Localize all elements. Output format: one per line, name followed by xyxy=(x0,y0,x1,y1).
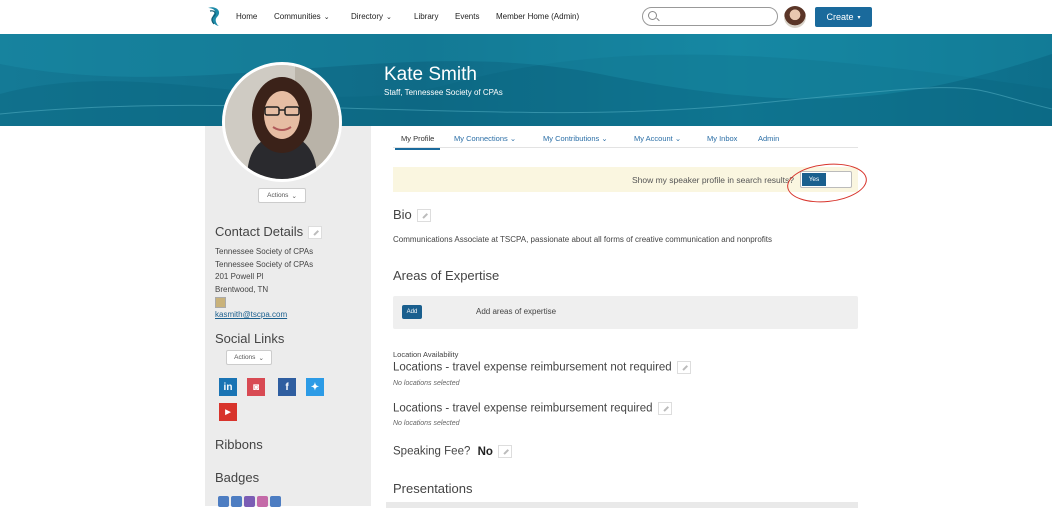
nav-home-label: Home xyxy=(236,12,258,21)
speaking-fee-label: Speaking Fee? xyxy=(393,445,471,458)
speaking-fee-value: No xyxy=(477,445,493,458)
nav-library[interactable]: Library xyxy=(414,12,438,21)
badge-icon[interactable] xyxy=(244,496,255,507)
contact-line: Tennessee Society of CPAs xyxy=(215,259,314,269)
profile-tabs: My Profile My Connections ⌄ My Contribut… xyxy=(393,126,858,150)
tab-my-contributions[interactable]: My Contributions ⌄ xyxy=(543,134,608,143)
tab-label: My Connections xyxy=(454,134,508,143)
badge-icon[interactable] xyxy=(231,496,242,507)
create-button[interactable]: Create ▾ xyxy=(815,7,872,27)
nav-library-label: Library xyxy=(414,12,439,21)
profile-name: Kate Smith xyxy=(384,64,477,85)
locations-required-heading: Locations - travel expense reimbursement… xyxy=(393,402,672,415)
social-actions-label: Actions xyxy=(234,354,256,361)
locations-required-label: Locations - travel expense reimbursement… xyxy=(393,402,653,415)
badge-icon[interactable] xyxy=(218,496,229,507)
badge-icon[interactable] xyxy=(257,496,268,507)
profile-actions-button[interactable]: Actions ⌄ xyxy=(258,188,306,203)
contact-details-heading: Contact Details xyxy=(215,224,323,240)
nav-events-label: Events xyxy=(455,12,480,21)
profile-title: Staff, Tennessee Society of CPAs xyxy=(384,88,503,97)
tab-label: My Inbox xyxy=(707,134,738,143)
nav-directory-label: Directory xyxy=(351,12,384,21)
email-link[interactable]: kasmith@tscpa.com xyxy=(215,310,287,319)
contact-address: Tennessee Society of CPAs Tennessee Soci… xyxy=(215,246,313,296)
contact-line: Brentwood, TN xyxy=(215,284,269,294)
bio-text: Communications Associate at TSCPA, passi… xyxy=(393,235,773,244)
speaking-fee-row: Speaking Fee? No xyxy=(393,445,512,458)
linkedin-icon[interactable]: in xyxy=(219,378,237,396)
tab-my-account[interactable]: My Account ⌄ xyxy=(634,134,681,143)
edit-pencil-icon[interactable] xyxy=(308,226,323,240)
profile-photo xyxy=(222,62,342,182)
user-avatar[interactable] xyxy=(784,6,806,28)
expertise-placeholder: Add areas of expertise xyxy=(476,307,557,316)
tab-my-profile[interactable]: My Profile xyxy=(394,134,441,150)
edit-pencil-icon[interactable] xyxy=(676,361,691,374)
speaker-visibility-text: Show my speaker profile in search result… xyxy=(631,175,794,185)
contact-line: 201 Powell Pl xyxy=(215,272,264,281)
locations-not-required-label: Locations - travel expense reimbursement… xyxy=(393,361,672,374)
badge-icon[interactable] xyxy=(270,496,281,507)
locations-not-required-heading: Locations - travel expense reimbursement… xyxy=(393,361,691,374)
nav-communities[interactable]: Communities ⌄ xyxy=(274,12,330,21)
tab-my-inbox[interactable]: My Inbox xyxy=(707,134,737,143)
tab-my-connections[interactable]: My Connections ⌄ xyxy=(454,134,516,143)
tab-label: My Contributions xyxy=(543,134,600,143)
tab-label: Admin xyxy=(758,134,780,143)
profile-banner xyxy=(0,34,1052,126)
add-button-label: Add xyxy=(406,309,418,315)
nav-events[interactable]: Events xyxy=(455,12,479,21)
presentations-heading: Presentations xyxy=(393,481,473,496)
ribbons-heading: Ribbons xyxy=(215,437,263,452)
nav-member-home[interactable]: Member Home (Admin) xyxy=(496,12,579,21)
nav-directory[interactable]: Directory ⌄ xyxy=(351,12,392,21)
create-button-label: Create xyxy=(826,12,854,22)
presentations-panel xyxy=(386,502,858,508)
expertise-panel xyxy=(393,296,858,329)
nav-member-home-label: Member Home (Admin) xyxy=(496,12,580,21)
chevron-down-icon: ⌄ xyxy=(386,14,392,21)
chevron-down-icon: ⌄ xyxy=(323,14,330,21)
instagram-icon[interactable]: ◙ xyxy=(247,378,265,396)
edit-pencil-icon[interactable] xyxy=(657,402,672,415)
bio-heading: Bio xyxy=(393,207,431,223)
badges-heading: Badges xyxy=(215,470,260,485)
badges-list xyxy=(218,496,284,508)
social-actions-button[interactable]: Actions ⌄ xyxy=(226,350,272,365)
locations-not-required-value: No locations selected xyxy=(393,380,460,387)
add-expertise-button[interactable]: Add xyxy=(402,305,422,319)
youtube-icon[interactable]: ▶ xyxy=(219,403,237,421)
chevron-down-icon: ⌄ xyxy=(291,192,297,200)
chevron-down-icon: ⌄ xyxy=(258,354,264,362)
contact-line: Tennessee Society of CPAs xyxy=(215,247,314,256)
vcard-icon[interactable] xyxy=(215,297,226,308)
nav-communities-label: Communities xyxy=(274,12,321,21)
twitter-icon[interactable]: ✦ xyxy=(306,378,324,396)
locations-required-value: No locations selected xyxy=(393,420,460,427)
contact-details-label: Contact Details xyxy=(215,224,304,239)
edit-pencil-icon[interactable] xyxy=(497,445,512,458)
nav-home[interactable]: Home xyxy=(236,12,257,21)
social-links-heading: Social Links xyxy=(215,331,285,346)
caret-down-icon: ▾ xyxy=(857,14,861,21)
bio-heading-label: Bio xyxy=(393,207,412,222)
search-input[interactable] xyxy=(642,7,778,26)
location-availability-label: Location Availability xyxy=(393,350,459,359)
site-logo-icon[interactable] xyxy=(205,5,225,27)
top-navigation: Home Communities ⌄ Directory ⌄ Library Eve… xyxy=(0,0,1052,34)
tab-label: My Profile xyxy=(401,134,435,143)
banner-wave-decoration xyxy=(0,34,1052,126)
facebook-icon[interactable]: f xyxy=(278,378,296,396)
search-icon xyxy=(648,11,657,20)
edit-pencil-icon[interactable] xyxy=(416,209,431,223)
tab-label: My Account xyxy=(634,134,673,143)
expertise-heading: Areas of Expertise xyxy=(393,268,500,283)
tab-admin[interactable]: Admin xyxy=(758,134,779,143)
actions-label: Actions xyxy=(267,192,289,199)
